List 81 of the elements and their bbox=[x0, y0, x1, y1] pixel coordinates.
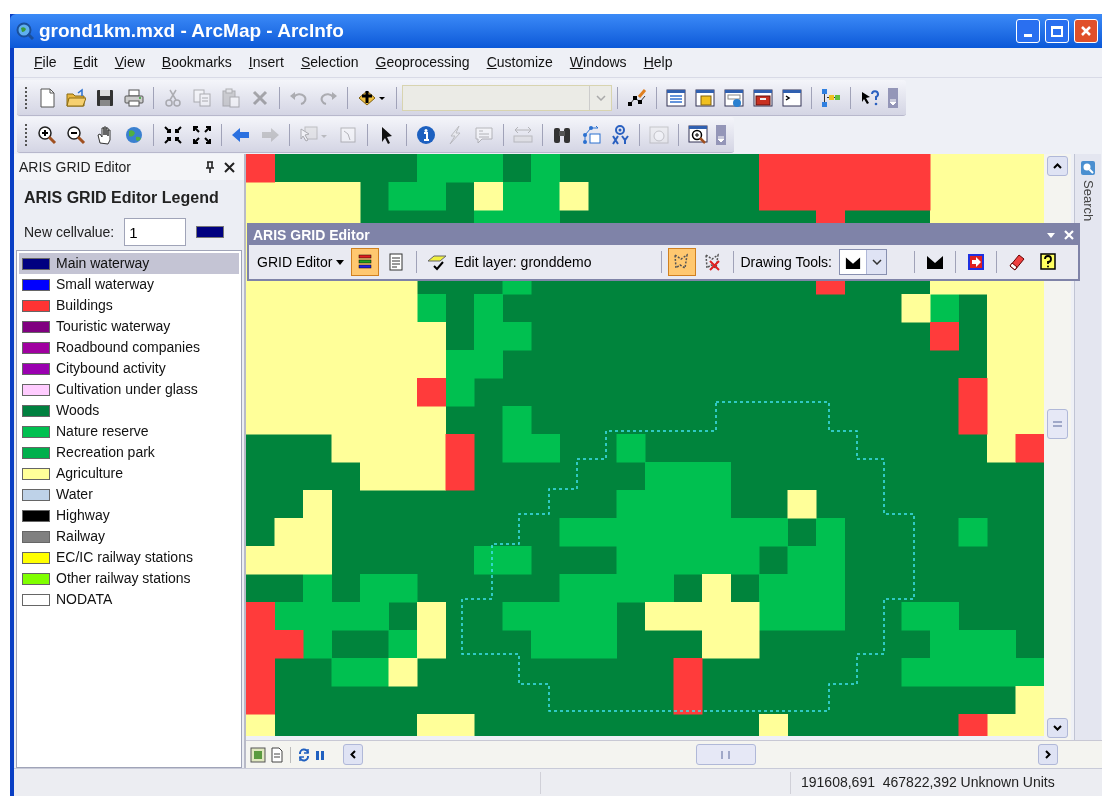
printer-icon[interactable] bbox=[124, 87, 144, 108]
close-icon bbox=[1080, 25, 1092, 37]
status-coordinates: 191608,691 467822,392 Unknown Units bbox=[800, 773, 1055, 792]
chevron-right-icon bbox=[1045, 750, 1051, 759]
zoom-out-icon[interactable] bbox=[66, 124, 86, 145]
menu-item[interactable]: Edit bbox=[67, 50, 104, 75]
caret-icon bbox=[336, 259, 345, 265]
magnifier-window-icon[interactable] bbox=[688, 124, 708, 145]
chevron-down-icon bbox=[1053, 725, 1062, 731]
cellvalue-swatch bbox=[196, 226, 225, 238]
menu-item[interactable]: File bbox=[28, 50, 63, 75]
scroll-thumb[interactable] bbox=[1047, 408, 1068, 439]
table-window-icon[interactable] bbox=[666, 87, 686, 108]
maximize-button[interactable] bbox=[1045, 19, 1069, 43]
route-icon[interactable] bbox=[581, 124, 601, 145]
pin-icon[interactable] bbox=[204, 161, 216, 173]
cellvalue-field[interactable]: 1 bbox=[124, 218, 187, 246]
layout-view-icon[interactable] bbox=[250, 746, 266, 763]
toolbar-title: ARIS GRID Editor bbox=[253, 225, 371, 245]
pause-icon[interactable] bbox=[315, 748, 325, 761]
drawing-tools-label: Drawing Tools: bbox=[740, 252, 832, 272]
command-window-icon[interactable] bbox=[782, 87, 802, 108]
legend-item[interactable]: Main waterway bbox=[19, 253, 239, 274]
side-tab-label: Search bbox=[1079, 180, 1097, 222]
menu-item[interactable]: Geoprocessing bbox=[369, 50, 476, 75]
menu-item[interactable]: Bookmarks bbox=[155, 50, 238, 75]
menu-item[interactable]: Selection bbox=[294, 50, 365, 75]
menu-item[interactable]: Windows bbox=[563, 50, 633, 75]
scroll-right-button[interactable] bbox=[1038, 744, 1058, 765]
caret-icon bbox=[595, 94, 606, 101]
legend-heading: ARIS GRID Editor Legend bbox=[23, 188, 220, 208]
catalog-window-icon[interactable] bbox=[695, 87, 715, 108]
close-icon[interactable] bbox=[224, 161, 235, 173]
close-button[interactable] bbox=[1074, 19, 1098, 43]
legend-bars-button[interactable] bbox=[351, 248, 380, 276]
export-icon bbox=[966, 252, 986, 272]
identify-icon[interactable] bbox=[416, 124, 436, 145]
vertical-scrollbar[interactable] bbox=[1044, 154, 1071, 740]
panel-title: ARIS GRID Editor bbox=[19, 157, 133, 177]
fixed-zoom-in-icon[interactable] bbox=[163, 124, 183, 145]
refresh-icon[interactable] bbox=[297, 747, 311, 762]
menu-item[interactable]: Help bbox=[637, 50, 679, 75]
go-to-xy-icon[interactable] bbox=[610, 124, 630, 145]
search-icon bbox=[1080, 160, 1096, 176]
window-title: grond1km.mxd - ArcMap - ArcInfo bbox=[39, 18, 345, 43]
scroll-thumb[interactable] bbox=[695, 744, 756, 765]
scroll-left-button[interactable] bbox=[343, 744, 363, 765]
grid-editor-menu[interactable]: GRID Editor bbox=[255, 251, 347, 273]
drawing-tool-dropdown[interactable] bbox=[839, 249, 887, 275]
dropdown-icon[interactable] bbox=[1046, 231, 1056, 239]
edit-layer-label: Edit layer: gronddemo bbox=[454, 252, 592, 272]
edit-vertices-icon[interactable] bbox=[627, 87, 647, 108]
polygon-tool-button[interactable] bbox=[668, 248, 697, 276]
open-folder-icon[interactable] bbox=[66, 87, 86, 108]
toolbar-overflow-icon[interactable] bbox=[716, 124, 726, 145]
fixed-zoom-out-icon[interactable] bbox=[192, 124, 212, 145]
caret-icon bbox=[871, 259, 882, 265]
toolbox-icon[interactable] bbox=[753, 87, 773, 108]
chevron-left-icon bbox=[350, 750, 356, 759]
menu-item[interactable]: Insert bbox=[242, 50, 290, 75]
globe-icon[interactable] bbox=[124, 124, 144, 145]
help-icon bbox=[1038, 252, 1058, 272]
menu-item[interactable]: Customize bbox=[480, 50, 559, 75]
chevron-up-icon bbox=[1053, 163, 1062, 169]
minimize-button[interactable] bbox=[1016, 19, 1040, 43]
search-window-icon[interactable] bbox=[724, 87, 744, 108]
scroll-up-button[interactable] bbox=[1047, 156, 1068, 176]
new-document-icon[interactable] bbox=[37, 87, 57, 108]
horizontal-scrollbar[interactable] bbox=[343, 742, 1058, 767]
eraser-icon bbox=[1007, 252, 1027, 272]
zoom-in-icon[interactable] bbox=[37, 124, 57, 145]
model-diagram-icon[interactable] bbox=[821, 87, 841, 108]
edit-layer-icon bbox=[427, 252, 448, 272]
side-tab[interactable]: Search bbox=[1074, 154, 1101, 740]
toolbar-overflow-icon[interactable] bbox=[888, 87, 898, 108]
help-pointer-icon[interactable] bbox=[860, 87, 880, 108]
cellvalue-label: New cellvalue: bbox=[24, 222, 115, 242]
globe-icon bbox=[16, 22, 34, 40]
data-view-icon[interactable] bbox=[270, 746, 284, 763]
scroll-down-button[interactable] bbox=[1047, 718, 1068, 738]
menu-item[interactable]: View bbox=[108, 50, 151, 75]
